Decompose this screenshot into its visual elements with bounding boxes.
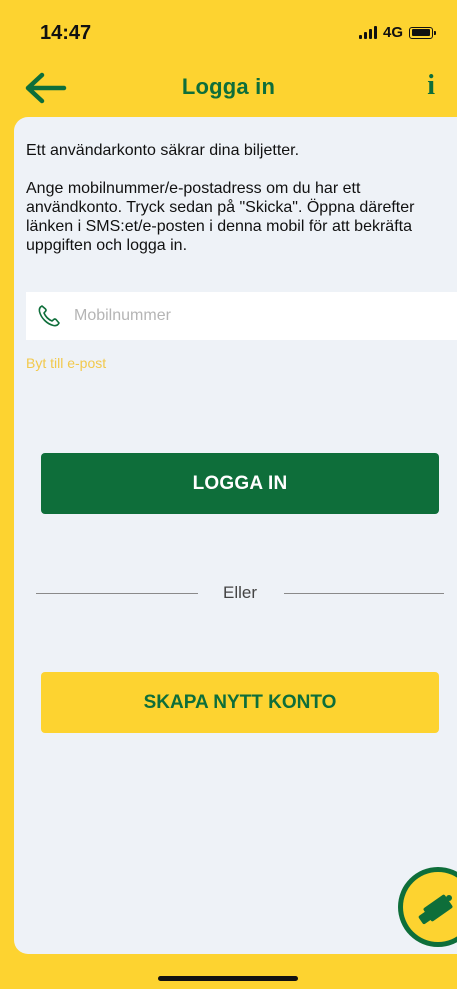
battery-icon xyxy=(409,26,436,39)
intro-text: Ett användarkonto säkrar dina biljetter. xyxy=(26,142,300,159)
info-button[interactable]: i xyxy=(427,70,435,102)
fab-ring xyxy=(403,872,457,942)
switch-to-email-link[interactable]: Byt till e-post xyxy=(26,355,106,371)
phone-icon xyxy=(38,305,60,327)
instructions-text: Ange mobilnummer/e-postadress om du har … xyxy=(26,180,415,254)
status-indicators: 4G xyxy=(358,24,436,41)
signal-icon xyxy=(358,26,377,39)
status-bar: 14:47 4G xyxy=(0,0,457,60)
create-account-button[interactable]: SKAPA NYTT KONTO xyxy=(41,672,439,733)
login-card: Ett användarkonto säkrar dina biljetter.… xyxy=(14,117,457,954)
divider-line-right xyxy=(284,593,444,594)
status-time: 14:47 xyxy=(40,22,92,44)
home-indicator xyxy=(158,976,298,981)
tickets-fab[interactable] xyxy=(398,867,457,947)
phone-input[interactable] xyxy=(72,306,436,326)
login-button[interactable]: LOGGA IN xyxy=(41,453,439,514)
network-type: 4G xyxy=(382,24,403,41)
or-divider: Eller xyxy=(36,581,444,605)
page-title: Logga in xyxy=(181,74,276,99)
nav-bar: Logga in i xyxy=(0,60,457,116)
phone-field[interactable] xyxy=(26,292,457,340)
ticket-icon xyxy=(418,894,453,925)
